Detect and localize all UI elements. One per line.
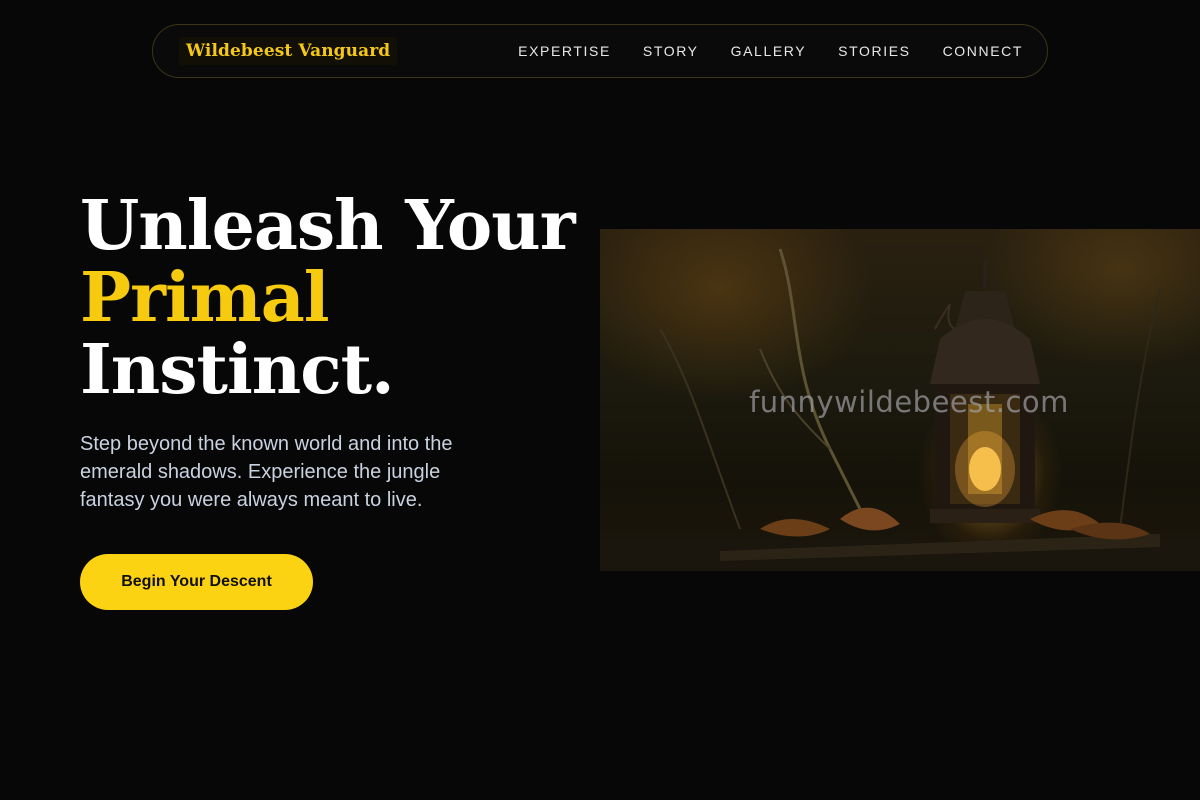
- begin-descent-button[interactable]: Begin Your Descent: [80, 554, 313, 610]
- nav-item-story[interactable]: STORY: [643, 43, 699, 59]
- nav-item-gallery[interactable]: GALLERY: [731, 43, 807, 59]
- brand-logo[interactable]: Wildebeest Vanguard: [179, 37, 398, 65]
- nav-item-stories[interactable]: STORIES: [838, 43, 910, 59]
- hero-subtext: Step beyond the known world and into the…: [80, 433, 453, 511]
- hero-headline: Unleash Your Primal Instinct.: [80, 186, 576, 410]
- image-watermark: funnywildebeest.com: [749, 385, 1069, 419]
- headline-accent-word: Primal: [80, 258, 330, 338]
- headline-line-3: Instinct.: [80, 330, 395, 410]
- headline-line-1: Unleash Your: [80, 186, 576, 266]
- landing-page: Wildebeest Vanguard EXPERTISE STORY GALL…: [0, 0, 1200, 800]
- hero-lantern-image: funnywildebeest.com: [600, 229, 1200, 571]
- top-navbar: Wildebeest Vanguard EXPERTISE STORY GALL…: [152, 24, 1048, 78]
- nav-item-connect[interactable]: CONNECT: [943, 43, 1023, 59]
- nav-item-expertise[interactable]: EXPERTISE: [518, 43, 611, 59]
- nav-links: EXPERTISE STORY GALLERY STORIES CONNECT: [518, 43, 1023, 59]
